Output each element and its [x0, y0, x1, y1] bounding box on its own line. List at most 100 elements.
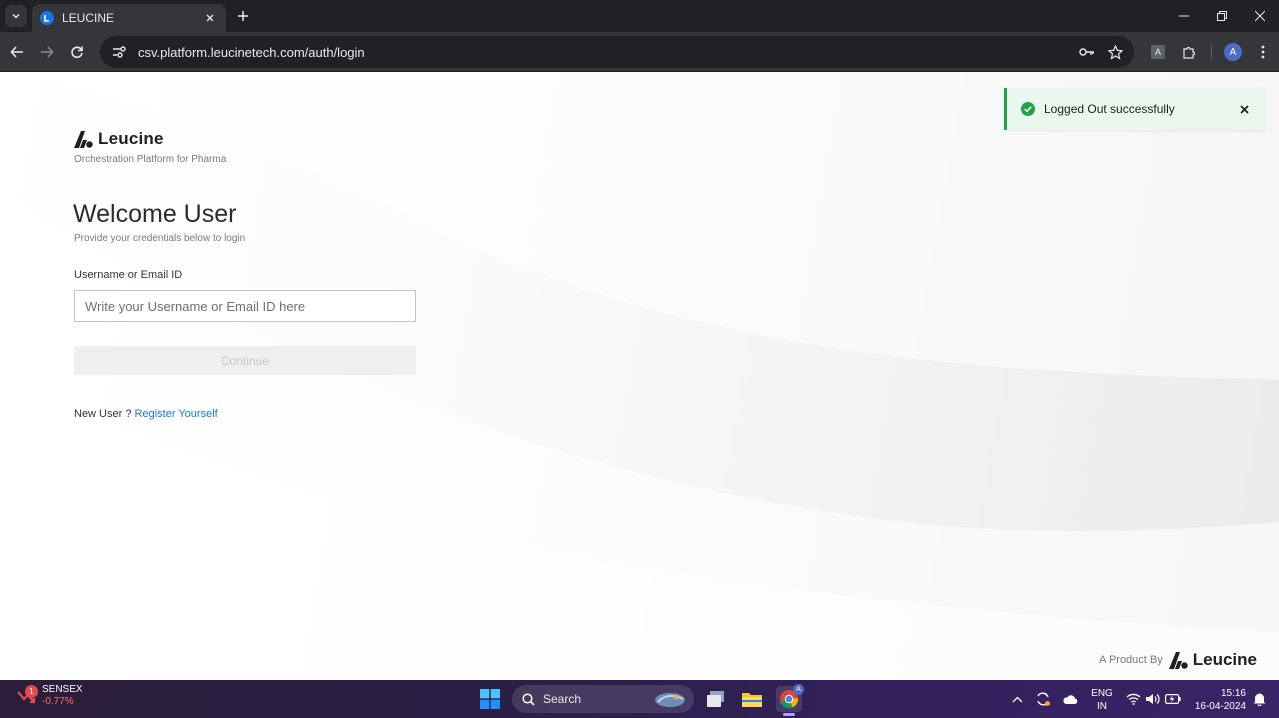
wifi-tray-button[interactable] [1125, 691, 1141, 707]
footer-prefix: A Product By [1099, 654, 1163, 666]
speaker-icon [1145, 694, 1160, 704]
arrow-left-icon [10, 46, 23, 58]
new-user-text: New User ? [74, 408, 132, 420]
task-view-button[interactable] [703, 686, 729, 712]
toast-message: Logged Out successfully [1044, 102, 1175, 116]
close-window-button[interactable] [1241, 0, 1279, 32]
window-controls [1165, 0, 1279, 32]
search-highlight-image-icon [655, 693, 685, 707]
clock-date: 16-04-2024 [1194, 701, 1246, 712]
stock-chart-icon: 1 [16, 685, 38, 706]
register-link[interactable]: Register Yourself [135, 408, 218, 420]
browser-menu-button[interactable] [1251, 40, 1275, 64]
brand-logo: Leucine [74, 129, 164, 149]
chevron-down-icon [12, 13, 20, 19]
windows-taskbar: 1 SENSEX -0.77% Search A ENG IN 15:16 16… [0, 680, 1279, 718]
browser-tab-strip: LEUCINE [0, 0, 1279, 32]
translate-icon: A [1151, 45, 1165, 59]
password-key-button[interactable] [1074, 39, 1100, 65]
toolbar-separator [1211, 45, 1212, 59]
battery-charging-icon [1165, 694, 1181, 704]
brand-name: Leucine [98, 129, 164, 148]
translate-extension-button[interactable]: A [1146, 40, 1170, 64]
notifications-button[interactable] [1251, 691, 1267, 707]
profile-button[interactable]: A [1221, 40, 1245, 64]
kebab-menu-icon [1261, 45, 1265, 59]
bookmark-star-button[interactable] [1102, 39, 1128, 65]
tab-search-button[interactable] [5, 5, 27, 27]
ticker-name: SENSEX [42, 684, 83, 695]
notification-badge: 1 [25, 685, 38, 698]
logout-toast: Logged Out successfully [1004, 88, 1265, 130]
star-icon [1107, 44, 1123, 60]
chevron-up-icon [1012, 696, 1022, 702]
key-icon [1079, 48, 1094, 56]
taskbar-search-label: Search [543, 692, 582, 706]
browser-toolbar: csv.platform.leucinetech.com/auth/login … [0, 32, 1279, 72]
folder-icon [742, 693, 762, 707]
site-info-icon[interactable] [108, 41, 130, 63]
product-by-footer: A Product By Leucine [1099, 650, 1257, 670]
onedrive-tray-button[interactable] [1062, 691, 1078, 707]
wifi-icon [1126, 693, 1140, 705]
minimize-icon [1179, 15, 1189, 17]
sensex-widget[interactable]: 1 SENSEX -0.77% [16, 684, 83, 708]
task-view-icon [707, 691, 724, 707]
tab-title: LEUCINE [62, 11, 115, 25]
restore-icon [1217, 11, 1227, 21]
footer-brand: Leucine [1192, 650, 1257, 669]
file-explorer-button[interactable] [739, 686, 765, 712]
back-button[interactable] [5, 40, 29, 64]
address-bar[interactable]: csv.platform.leucinetech.com/auth/login [100, 36, 1134, 68]
close-icon [1255, 11, 1265, 21]
continue-button[interactable]: Continue [74, 346, 416, 375]
sync-icon [1037, 692, 1050, 706]
start-button[interactable] [480, 689, 500, 709]
page-title: Welcome User [73, 200, 237, 228]
minimize-button[interactable] [1165, 0, 1203, 32]
active-app-indicator [783, 713, 795, 716]
chrome-profile-badge: A [793, 684, 804, 695]
reload-button[interactable] [65, 40, 89, 64]
page-subtitle: Provide your credentials below to login [74, 233, 246, 244]
chrome-taskbar-button[interactable]: A [776, 684, 804, 712]
close-icon [206, 14, 214, 22]
username-input[interactable] [74, 290, 416, 322]
language-indicator[interactable]: ENG IN [1090, 687, 1114, 713]
volume-tray-button[interactable] [1144, 691, 1160, 707]
extensions-button[interactable] [1177, 40, 1201, 64]
avatar: A [1224, 43, 1242, 61]
browser-tab[interactable]: LEUCINE [32, 4, 226, 32]
battery-tray-button[interactable] [1165, 691, 1181, 707]
arrow-right-icon [41, 46, 54, 58]
check-circle-icon [1021, 102, 1035, 116]
leucine-favicon-icon [40, 11, 54, 25]
language-code: ENG [1091, 688, 1113, 699]
reload-icon [71, 46, 83, 59]
cloud-icon [1063, 694, 1078, 704]
clock-time: 15:16 [1220, 688, 1246, 699]
url-text: csv.platform.leucinetech.com/auth/login [138, 44, 365, 60]
sync-tray-button[interactable] [1035, 691, 1051, 707]
show-hidden-icons-button[interactable] [1009, 691, 1025, 707]
register-prompt: New User ? Register Yourself [74, 408, 218, 420]
new-tab-button[interactable] [233, 6, 253, 26]
taskbar-search[interactable]: Search [512, 685, 694, 713]
brand-tagline: Orchestration Platform for Pharma [74, 154, 227, 165]
bell-icon [1253, 693, 1265, 706]
search-icon [522, 692, 535, 706]
windows-logo-icon [480, 689, 500, 709]
ticker-value: -0.77% [42, 696, 74, 707]
tab-close-button[interactable] [202, 10, 218, 26]
restore-button[interactable] [1203, 0, 1241, 32]
system-clock[interactable]: 15:16 16-04-2024 [1190, 687, 1246, 713]
puzzle-icon [1182, 46, 1195, 59]
plus-icon [238, 11, 248, 21]
forward-button[interactable] [35, 40, 59, 64]
leucine-logo-icon [74, 130, 93, 148]
toast-close-button[interactable] [1235, 100, 1253, 118]
close-icon [1239, 104, 1249, 114]
leucine-logo-icon [1168, 651, 1188, 669]
login-page: Leucine Orchestration Platform for Pharm… [0, 72, 1279, 680]
username-label: Username or Email ID [74, 269, 183, 281]
